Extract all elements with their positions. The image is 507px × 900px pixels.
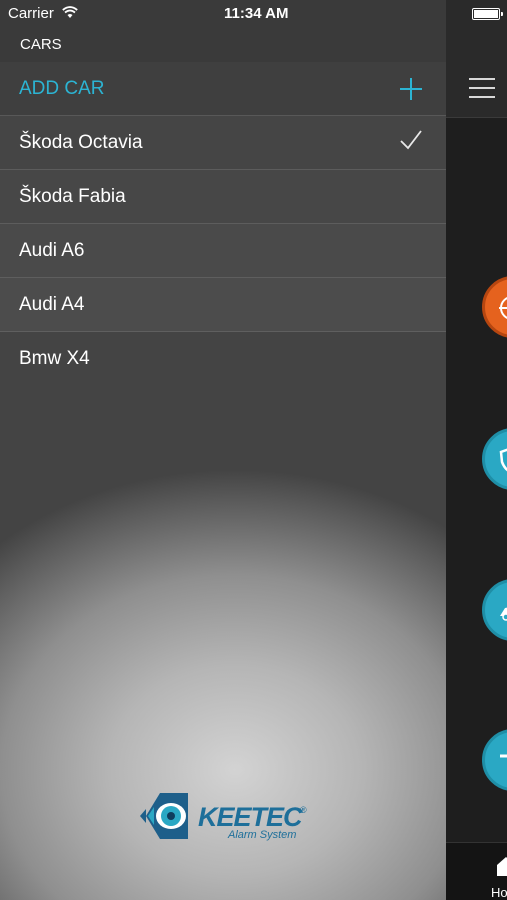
shield-icon[interactable] (482, 428, 507, 490)
eye-logo-icon (140, 793, 188, 839)
target-icon[interactable] (482, 276, 507, 338)
car-icon[interactable] (482, 579, 507, 641)
checkmark-icon (400, 130, 422, 150)
list-item[interactable]: Audi A4 (0, 278, 446, 332)
wifi-icon (62, 6, 78, 18)
tab-home-label[interactable]: Ho (491, 885, 507, 900)
list-item[interactable]: Bmw X4 (0, 332, 446, 386)
status-bar: Carrier 11:34 AM (0, 0, 507, 26)
carrier-label: Carrier (8, 5, 54, 22)
keetec-logo: KEETEC ® Alarm System (138, 787, 313, 847)
add-car-label: ADD CAR (19, 78, 105, 99)
car-name: Škoda Octavia (19, 132, 143, 153)
plus-icon (400, 78, 422, 100)
car-name: Audi A4 (19, 294, 85, 315)
list-item[interactable]: Škoda Fabia (0, 170, 446, 224)
car-name: Škoda Fabia (19, 186, 126, 207)
trunk-icon[interactable] (482, 729, 507, 791)
car-name: Bmw X4 (19, 348, 90, 369)
list-item[interactable]: Škoda Octavia (0, 116, 446, 170)
logo-tagline: Alarm System (228, 829, 297, 841)
main-screen[interactable]: Ho (446, 0, 507, 900)
list-item[interactable]: Audi A6 (0, 224, 446, 278)
registered-mark: ® (300, 805, 307, 815)
menu-icon[interactable] (469, 78, 495, 98)
status-time: 11:34 AM (224, 5, 289, 22)
car-list: ADD CAR Škoda Octavia Škoda Fabia Audi A… (0, 62, 446, 386)
side-drawer: CARS ADD CAR Škoda Octavia Škoda Fabia A… (0, 0, 446, 900)
home-icon[interactable] (496, 855, 507, 877)
section-title: CARS (20, 36, 62, 53)
bottom-tab-bar: Ho (446, 842, 507, 900)
add-car-button[interactable]: ADD CAR (0, 62, 446, 116)
car-name: Audi A6 (19, 240, 85, 261)
